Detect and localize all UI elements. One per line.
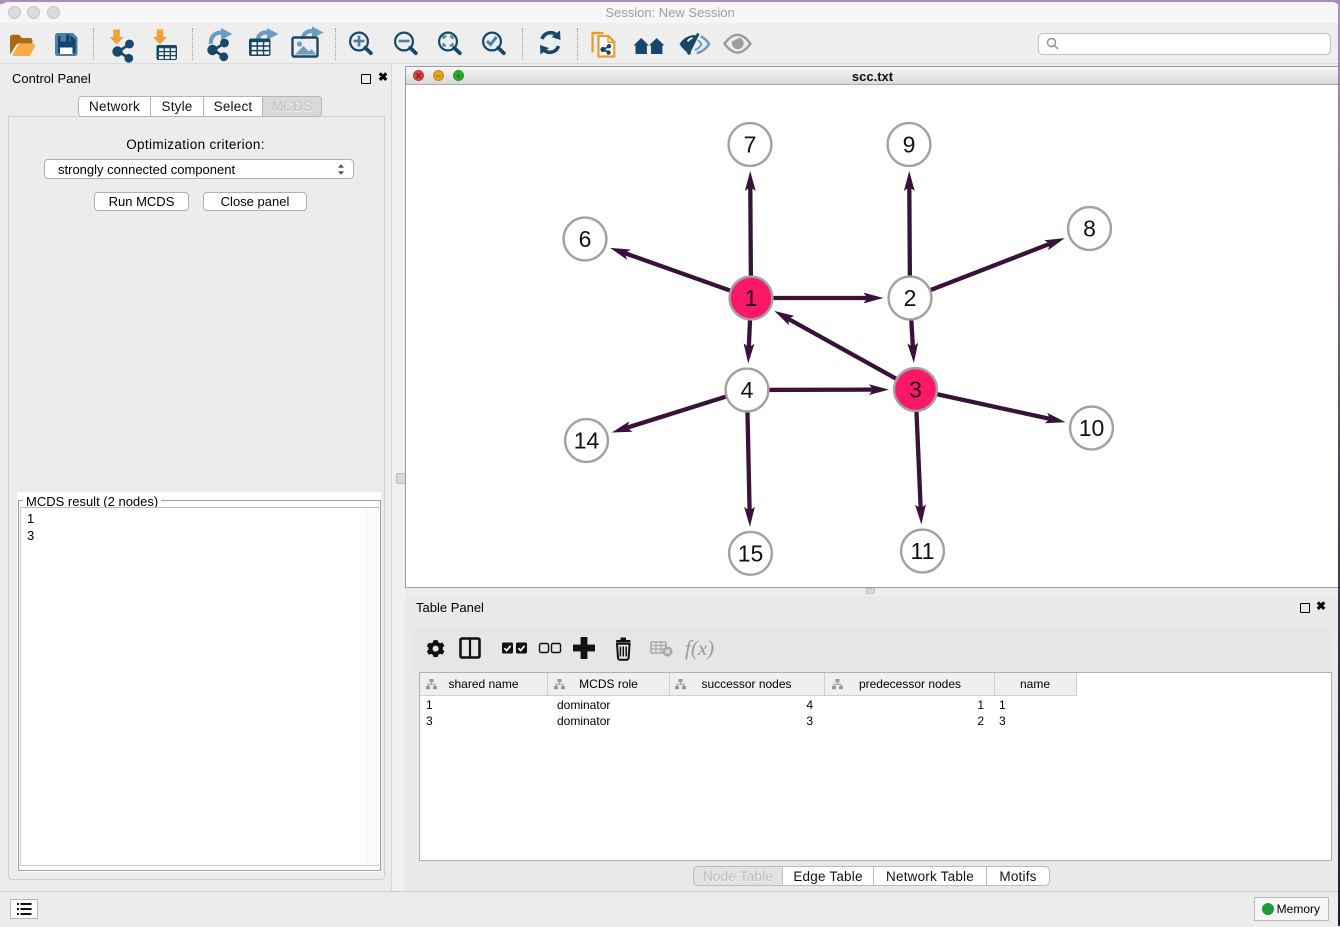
svg-text:9: 9: [903, 132, 916, 158]
svg-text:15: 15: [738, 541, 764, 567]
svg-text:11: 11: [911, 538, 935, 564]
svg-text:1: 1: [745, 285, 758, 311]
svg-text:8: 8: [1083, 216, 1096, 242]
svg-text:6: 6: [579, 226, 592, 252]
svg-text:2: 2: [904, 285, 917, 311]
svg-text:4: 4: [741, 377, 754, 403]
svg-text:f(x): f(x): [685, 636, 714, 660]
svg-text:7: 7: [744, 132, 757, 158]
svg-text:14: 14: [574, 428, 600, 454]
svg-text:3: 3: [909, 377, 922, 403]
svg-text:10: 10: [1079, 415, 1105, 441]
